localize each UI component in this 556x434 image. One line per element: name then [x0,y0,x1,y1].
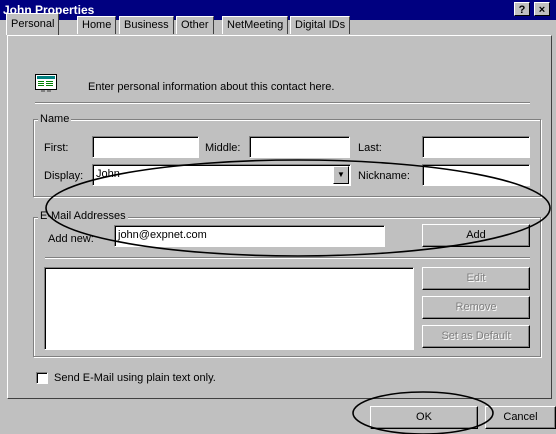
contact-card-icon [35,74,57,92]
last-label: Last: [358,142,382,154]
middle-name-input[interactable] [249,136,350,158]
add-new-label: Add new: [48,233,94,245]
email-list[interactable] [44,267,414,350]
nickname-label: Nickname: [358,170,410,182]
display-name-value: John [96,168,120,180]
help-button[interactable]: ? [514,2,530,16]
divider [35,102,530,104]
add-button[interactable]: Add [422,224,530,247]
name-group-label: Name [38,113,72,125]
tab-netmeeting[interactable]: NetMeeting [222,16,289,34]
set-default-button[interactable]: Set as Default [422,325,530,348]
first-label: First: [44,142,69,154]
tab-personal[interactable]: Personal [6,13,60,35]
ok-button[interactable]: OK [370,406,478,429]
close-button[interactable]: × [534,2,550,16]
cancel-button[interactable]: Cancel [485,406,556,429]
dropdown-arrow-icon[interactable]: ▼ [333,166,349,184]
email-group-label: E-Mail Addresses [38,210,128,222]
last-name-input[interactable] [422,136,530,158]
add-email-input[interactable]: john@expnet.com [114,225,385,247]
remove-button[interactable]: Remove [422,296,530,319]
properties-dialog: John Properties ? × Personal Home Busine… [0,0,556,434]
intro-text: Enter personal information about this co… [88,81,335,93]
tab-home[interactable]: Home [77,16,117,34]
edit-button[interactable]: Edit [422,267,530,290]
plain-text-checkbox[interactable] [36,372,48,384]
tab-other[interactable]: Other [176,16,214,34]
middle-label: Middle: [205,142,241,154]
tab-business[interactable]: Business [119,16,174,34]
display-label: Display: [44,170,84,182]
plain-text-label[interactable]: Send E-Mail using plain text only. [54,372,216,384]
tab-digital-ids[interactable]: Digital IDs [290,16,351,34]
email-divider [45,257,530,259]
nickname-input[interactable] [422,164,530,186]
first-name-input[interactable] [92,136,199,158]
display-name-select[interactable]: John ▼ [92,164,351,186]
